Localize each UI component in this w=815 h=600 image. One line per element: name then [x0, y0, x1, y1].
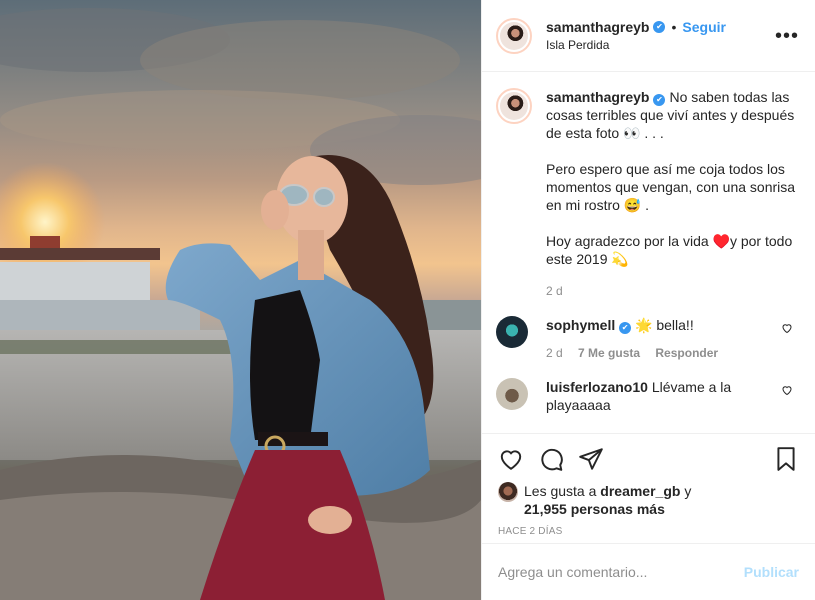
caption-paragraph-3: Hoy agradezco por la vida ♥️y por todo e… [546, 233, 793, 267]
likes-summary: Les gusta a dreamer_gb y 21,955 personas… [498, 482, 799, 518]
comment-meta: 2 d 7 Me gusta Responder [546, 344, 773, 362]
verified-badge-icon: ✔ [653, 94, 666, 106]
action-icons [498, 444, 799, 474]
header-row: samanthagreyb ✔ • Seguir [546, 19, 775, 35]
comment-input[interactable] [498, 564, 744, 580]
verified-badge-icon: ✔ [619, 322, 632, 334]
post-photo[interactable] [0, 0, 481, 600]
comment-body: sophymell ✔ 🌟 bella!! 2 d 7 Me gusta Res… [546, 316, 799, 362]
like-comment-heart-icon[interactable] [781, 322, 793, 334]
commenter-username[interactable]: sophymell [546, 317, 615, 333]
comment-item: sophymell ✔ 🌟 bella!! 2 d 7 Me gusta Res… [496, 316, 799, 362]
save-bookmark-icon[interactable] [773, 446, 799, 472]
comment-item: luisferlozano10 Llévame a la playaaaaa [496, 378, 799, 414]
like-comment-heart-icon[interactable] [781, 384, 793, 396]
photo-illustration [0, 8, 481, 600]
caption-time[interactable]: 2 d [546, 284, 563, 298]
comment-text: 🌟 bella!! [635, 317, 694, 333]
more-options-icon[interactable]: ••• [775, 26, 799, 46]
add-comment-bar: Publicar [482, 543, 815, 600]
commenter-avatar[interactable] [496, 316, 528, 348]
follow-button[interactable]: Seguir [682, 19, 726, 35]
caption-username[interactable]: samanthagreyb [546, 89, 649, 105]
post-header: samanthagreyb ✔ • Seguir Isla Perdida ••… [482, 0, 815, 72]
like-heart-icon[interactable] [498, 446, 524, 472]
caption-avatar[interactable] [496, 88, 532, 124]
comments-section[interactable]: samanthagreyb ✔ No saben todas las cosas t… [482, 72, 815, 433]
publish-button[interactable]: Publicar [744, 564, 799, 580]
commenter-username[interactable]: luisferlozano10 [546, 379, 648, 395]
author-avatar[interactable] [496, 17, 532, 54]
header-text: samanthagreyb ✔ • Seguir Isla Perdida [546, 19, 775, 52]
reply-button[interactable]: Responder [655, 346, 718, 360]
caption-meta: 2 d [546, 282, 799, 300]
share-paper-plane-icon[interactable] [578, 446, 604, 472]
instagram-post: samanthagreyb ✔ • Seguir Isla Perdida ••… [0, 0, 815, 600]
liker-username[interactable]: dreamer_gb [600, 483, 680, 499]
caption: samanthagreyb ✔ No saben todas las cosas t… [496, 88, 799, 300]
author-username[interactable]: samanthagreyb [546, 19, 649, 35]
comment-likes[interactable]: 7 Me gusta [578, 346, 640, 360]
comment-time[interactable]: 2 d [546, 346, 563, 360]
comment-bubble-icon[interactable] [538, 446, 564, 472]
comment-content: sophymell ✔ 🌟 bella!! [546, 316, 773, 334]
post-actions: Les gusta a dreamer_gb y 21,955 personas… [482, 433, 815, 537]
post-date[interactable]: HACE 2 DÍAS [498, 526, 799, 537]
post-side-panel: samanthagreyb ✔ • Seguir Isla Perdida ••… [481, 0, 815, 600]
location-link[interactable]: Isla Perdida [546, 38, 775, 52]
verified-badge-icon: ✔ [653, 21, 666, 33]
likes-text: Les gusta a dreamer_gb y 21,955 personas… [524, 482, 691, 518]
likes-count[interactable]: 21,955 personas más [524, 501, 665, 517]
likes-prefix: Les gusta a [524, 483, 597, 499]
commenter-avatar[interactable] [496, 378, 528, 410]
caption-paragraph-1: samanthagreyb ✔ No saben todas las cosas t… [546, 88, 799, 142]
caption-paragraph-2: Pero espero que así me coja todos los mo… [546, 161, 796, 213]
liker-avatar[interactable] [498, 482, 518, 502]
separator-dot: • [671, 19, 677, 35]
comment-body: luisferlozano10 Llévame a la playaaaaa [546, 378, 799, 414]
likes-connector: y [684, 483, 692, 499]
caption-body: samanthagreyb ✔ No saben todas las cosas t… [546, 88, 799, 300]
